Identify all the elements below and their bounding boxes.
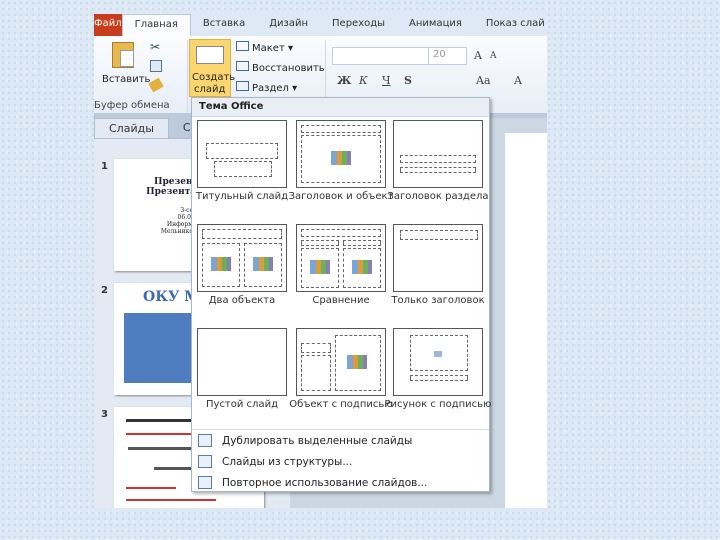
slide-canvas[interactable]	[505, 133, 547, 508]
section-icon	[236, 81, 249, 91]
underline-button[interactable]: Ч	[382, 74, 391, 87]
layout-label: Пустой слайд	[206, 399, 278, 410]
section-label: Раздел	[252, 83, 289, 94]
menu-label: Повторное использование слайдов...	[222, 477, 428, 489]
paste-button[interactable]: Вставить	[100, 40, 151, 96]
cut-icon[interactable]: ✂	[150, 40, 160, 54]
layout-label: Два объекта	[208, 295, 276, 306]
copy-icon[interactable]	[150, 60, 162, 72]
layout-title-slide[interactable]	[197, 120, 287, 188]
duplicate-slides-icon	[198, 434, 212, 447]
tab-design[interactable]: Дизайн	[257, 14, 320, 36]
clipboard-group-label: Буфер обмена	[94, 100, 170, 111]
new-slide-label: Создать	[192, 72, 236, 83]
layout-icon	[236, 41, 249, 51]
slide-number: 3	[101, 409, 108, 420]
layout-label: Объект с подписью	[289, 399, 393, 410]
grow-font-button[interactable]: A	[474, 49, 482, 62]
layout-label: Макет	[252, 43, 285, 54]
menu-label: Слайды из структуры...	[222, 456, 353, 468]
reset-button[interactable]: Восстановить	[236, 61, 325, 74]
layout-blank[interactable]	[197, 328, 287, 396]
layout-picture-caption[interactable]	[393, 328, 483, 396]
layout-label: Титульный слайд	[195, 191, 289, 202]
layout-content-caption[interactable]	[296, 328, 386, 396]
font-size-input[interactable]: 20	[428, 47, 466, 65]
reuse-slides-icon	[198, 476, 212, 489]
layout-label: Заголовок раздела	[387, 191, 489, 202]
theme-header: Тема Office	[192, 98, 489, 117]
layout-button[interactable]: Макет ▾	[236, 41, 293, 54]
outline-slides-icon	[198, 455, 212, 468]
font-color-button[interactable]: A	[514, 74, 522, 87]
shadow-button[interactable]: S	[404, 74, 412, 87]
tab-insert[interactable]: Вставка	[191, 14, 257, 36]
tab-slideshow[interactable]: Показ слай	[474, 14, 547, 36]
bold-button[interactable]: Ж	[337, 74, 351, 87]
layout-two-content[interactable]	[197, 224, 287, 292]
new-slide-dropdown: Тема Office Титульный слайд Заголовок и …	[191, 97, 492, 493]
new-slide-icon	[196, 46, 224, 64]
layout-label: Сравнение	[312, 295, 370, 306]
layout-title-only[interactable]	[393, 224, 483, 292]
change-case-button[interactable]: Aa	[476, 74, 491, 87]
shrink-font-button[interactable]: A	[490, 51, 497, 61]
format-painter-icon[interactable]	[148, 77, 164, 93]
menu-reuse-slides[interactable]: Повторное использование слайдов...	[192, 473, 489, 493]
tab-slides[interactable]: Слайды	[94, 118, 169, 138]
layout-comparison[interactable]	[296, 224, 386, 292]
paste-label: Вставить	[102, 74, 151, 85]
layout-label: Только заголовок	[391, 295, 485, 306]
layout-label: Заголовок и объект	[288, 191, 394, 202]
ribbon-tabs: Файл Главная Вставка Дизайн Переходы Ани…	[94, 12, 547, 36]
reset-label: Восстановить	[252, 63, 325, 74]
menu-duplicate-slides[interactable]: Дублировать выделенные слайды	[192, 431, 489, 451]
tab-file[interactable]: Файл	[94, 14, 122, 36]
new-slide-button[interactable]: Создать слайд	[189, 39, 235, 97]
tab-transitions[interactable]: Переходы	[320, 14, 397, 36]
tab-home[interactable]: Главная	[121, 14, 191, 36]
menu-label: Дублировать выделенные слайды	[222, 435, 413, 447]
menu-slides-from-outline[interactable]: Слайды из структуры...	[192, 452, 489, 472]
italic-button[interactable]: К	[359, 74, 368, 87]
tab-animations[interactable]: Анимация	[397, 14, 474, 36]
layout-label: Рисунок с подписью	[384, 399, 492, 410]
section-button[interactable]: Раздел ▾	[236, 81, 297, 94]
slide-number: 1	[101, 161, 108, 172]
layout-section-header[interactable]	[393, 120, 483, 188]
slide-number: 2	[101, 285, 108, 296]
clipboard-icon	[112, 42, 134, 68]
layout-title-content[interactable]	[296, 120, 386, 188]
new-slide-label2: слайд	[194, 84, 226, 95]
reset-icon	[236, 61, 249, 71]
